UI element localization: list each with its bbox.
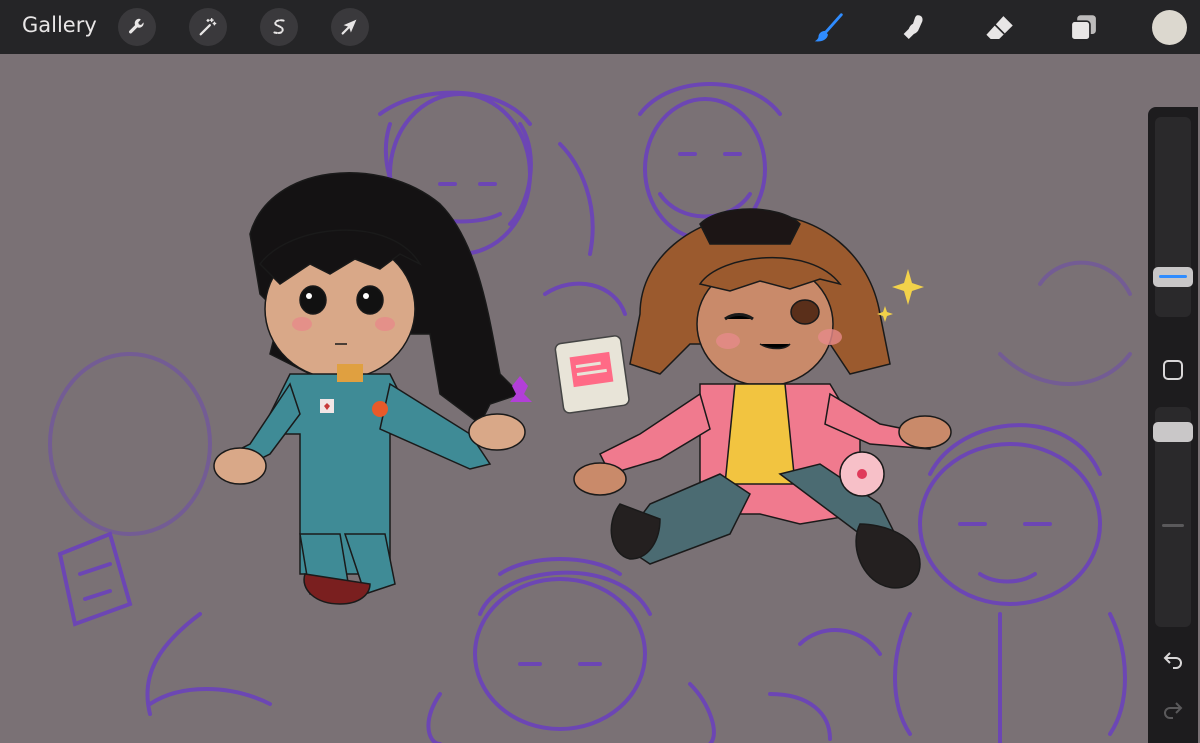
slider-divider [1162, 524, 1184, 527]
wrench-icon[interactable] [118, 8, 156, 46]
sketch-layer [48, 82, 1132, 743]
character-left [213, 172, 526, 605]
brush-size-indicator [1159, 275, 1187, 278]
gallery-button[interactable]: Gallery [22, 13, 97, 37]
floating-card [554, 335, 630, 414]
drawing-canvas[interactable] [0, 54, 1200, 743]
redo-icon[interactable] [1160, 697, 1186, 723]
color-picker-swatch[interactable] [1152, 10, 1187, 45]
layers-icon[interactable] [1064, 8, 1104, 48]
brush-size-track[interactable] [1155, 117, 1191, 317]
side-toolbar [1148, 107, 1198, 743]
top-toolbar: Gallery [0, 0, 1200, 54]
artwork [48, 82, 1132, 743]
modify-button[interactable] [1160, 357, 1186, 383]
arrow-cursor-icon[interactable] [331, 8, 369, 46]
eraser-icon[interactable] [980, 8, 1020, 48]
brush-icon[interactable] [808, 8, 848, 48]
character-right [573, 208, 952, 589]
smudge-finger-icon[interactable] [893, 8, 933, 48]
brush-size-slider[interactable] [1153, 267, 1193, 287]
selection-s-icon[interactable] [260, 8, 298, 46]
magic-wand-icon[interactable] [189, 8, 227, 46]
undo-icon[interactable] [1160, 647, 1186, 673]
opacity-slider[interactable] [1153, 422, 1193, 442]
